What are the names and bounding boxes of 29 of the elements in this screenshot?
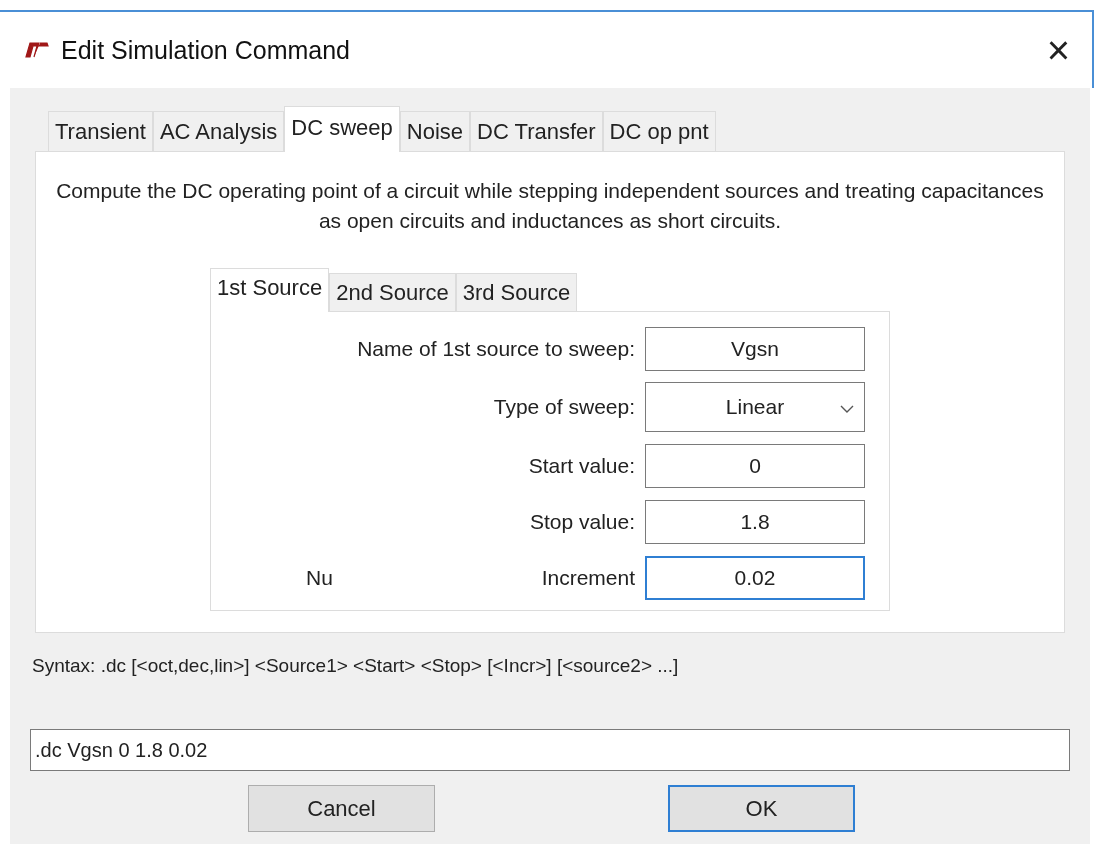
cancel-button[interactable]: Cancel xyxy=(248,785,435,832)
syntax-text: Syntax: .dc [<oct,dec,lin>] <Source1> <Start> <Stop> [<Incr>] [<source2> ...] xyxy=(32,655,680,677)
tab[interactable]: 2nd Source xyxy=(329,273,456,311)
tab[interactable]: DC sweep xyxy=(284,106,400,152)
window-title: Edit Simulation Command xyxy=(61,35,351,65)
field-label: Stop value: xyxy=(529,509,635,534)
field-label: Increment xyxy=(541,565,635,590)
field-label: Type of sweep: xyxy=(493,395,635,419)
tab[interactable]: Noise xyxy=(399,111,470,151)
input-field[interactable]: 1.8 xyxy=(645,499,865,544)
tab[interactable]: AC Analysis xyxy=(152,111,285,151)
tab[interactable]: Transient xyxy=(48,111,153,151)
field-label: Name of 1st source to sweep: xyxy=(357,336,635,361)
chevron-down-icon xyxy=(840,405,854,413)
close-button[interactable]: × xyxy=(1046,30,1070,70)
input-field[interactable]: 0.02 xyxy=(645,555,865,600)
field-label: Start value: xyxy=(528,453,635,478)
sweep-type-dropdown[interactable]: Linear xyxy=(645,382,865,432)
app-logo-icon xyxy=(25,42,49,58)
tab[interactable]: DC Transfer xyxy=(470,111,603,151)
tab[interactable]: DC op pnt xyxy=(602,111,716,151)
input-field[interactable]: 0 xyxy=(645,443,865,488)
tab[interactable]: 3rd Source xyxy=(455,273,578,311)
note-text: Nu xyxy=(306,565,333,590)
description-text: Compute the DC operating point of a circuit while stepping independent sources and treating capacitances as open circuits and inductances as short circuits. xyxy=(55,178,1045,234)
input-field[interactable]: Vgsn xyxy=(645,326,865,371)
command-field[interactable]: .dc Vgsn 0 1.8 0.02 xyxy=(30,729,1070,771)
tab[interactable]: 1st Source xyxy=(210,268,330,312)
ok-button[interactable]: OK xyxy=(668,785,855,832)
